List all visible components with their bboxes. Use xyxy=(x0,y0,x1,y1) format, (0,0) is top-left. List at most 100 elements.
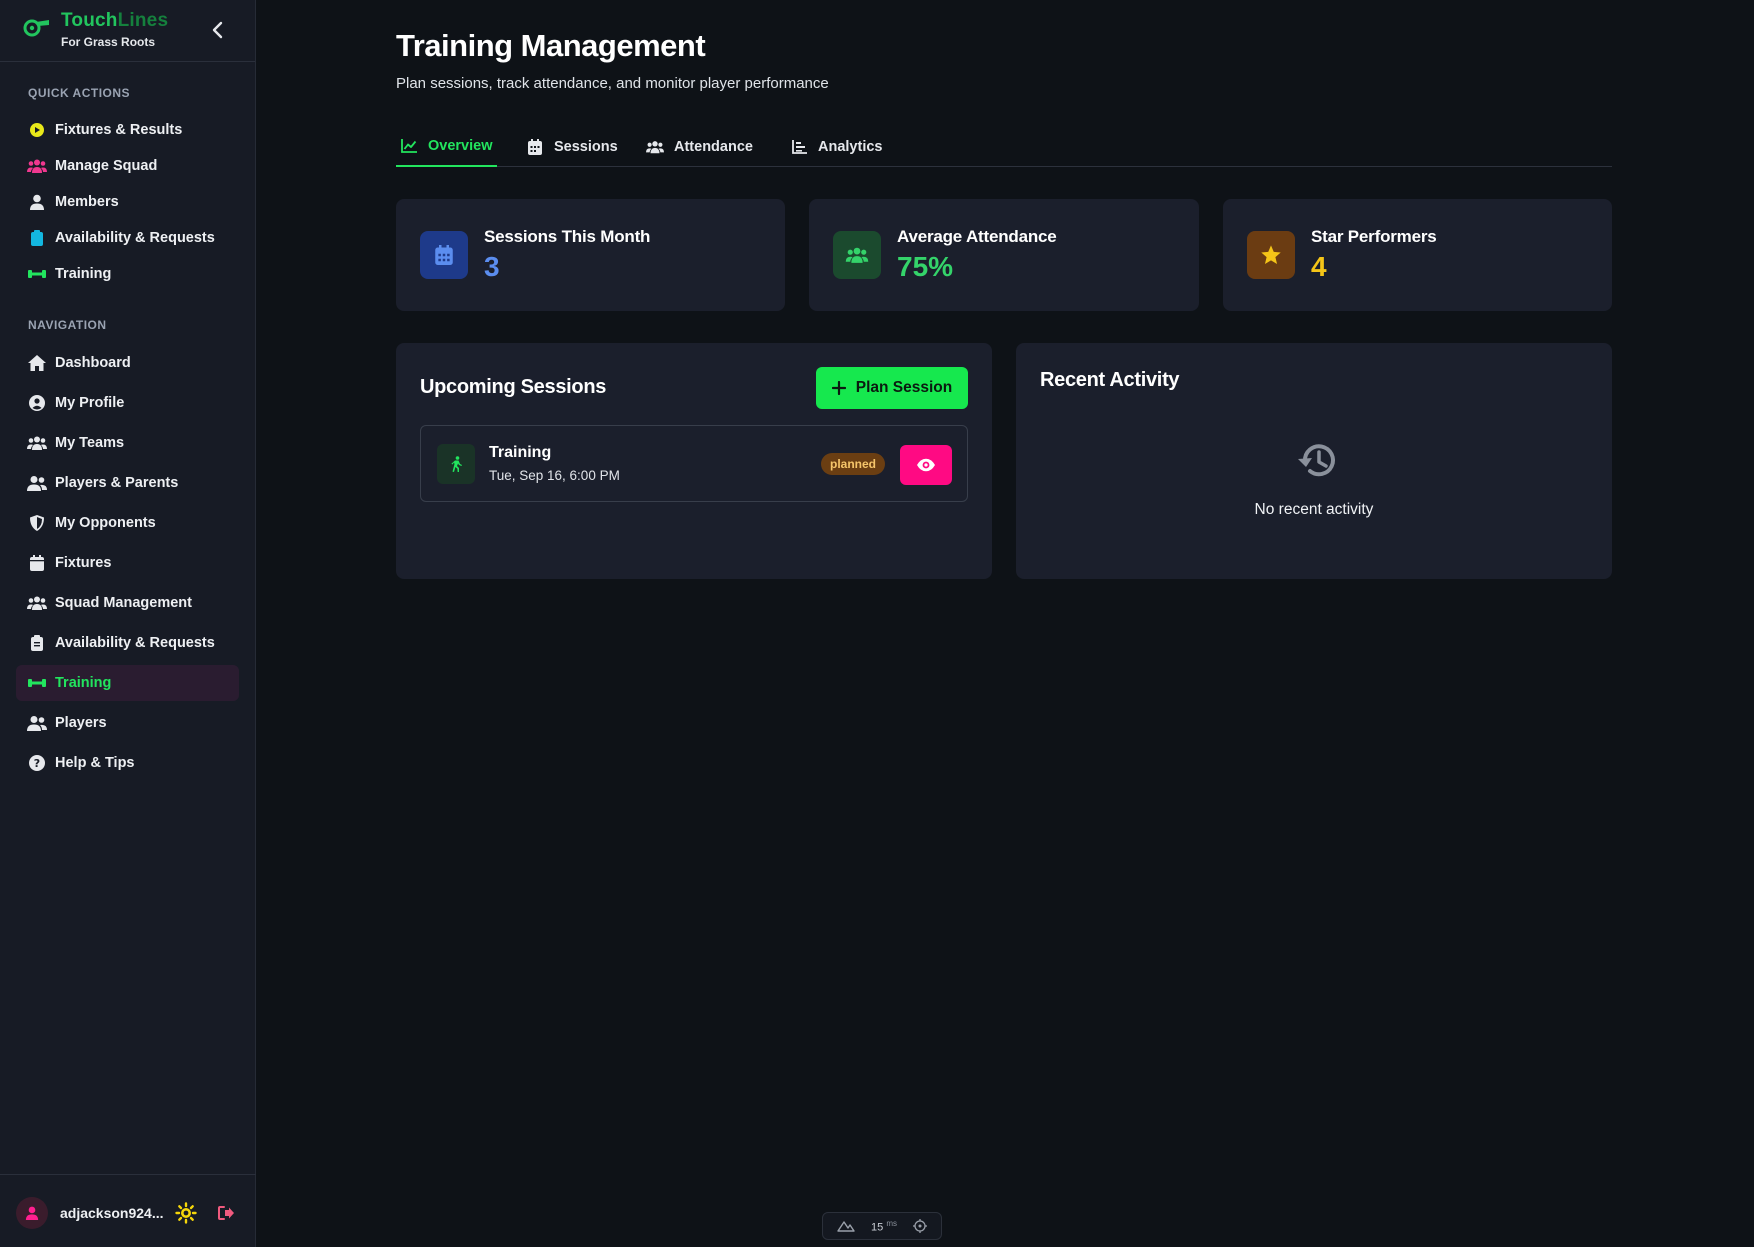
tab-attendance[interactable]: Attendance xyxy=(646,126,753,167)
sidebar-item-label: Players & Parents xyxy=(55,475,179,491)
users-icon xyxy=(845,247,869,263)
perf-indicator[interactable]: 15 ms xyxy=(822,1212,942,1240)
stat-card-sessions: Sessions This Month 3 xyxy=(396,199,785,311)
sidebar-item-my-profile[interactable]: My Profile xyxy=(16,385,239,421)
stat-label: Star Performers xyxy=(1311,227,1437,246)
brand-name-part1: Touch xyxy=(61,10,118,31)
chevron-left-icon[interactable] xyxy=(206,18,230,42)
clipboard-icon xyxy=(27,633,47,653)
calendar-icon xyxy=(526,138,544,156)
quick-action-manage-squad[interactable]: Manage Squad xyxy=(16,148,239,184)
stat-icon-bg xyxy=(420,231,468,279)
stat-card-attendance: Average Attendance 75% xyxy=(809,199,1199,311)
users-icon xyxy=(27,156,47,176)
plan-session-label: Plan Session xyxy=(855,379,953,396)
tab-label: Sessions xyxy=(554,138,618,155)
mountain-icon xyxy=(837,1221,855,1232)
tab-sessions[interactable]: Sessions xyxy=(526,126,618,167)
empty-state-text: No recent activity xyxy=(1254,501,1374,518)
chart-bar-icon xyxy=(790,138,808,156)
user-group-icon xyxy=(27,713,47,733)
sidebar-item-fixtures[interactable]: Fixtures xyxy=(16,545,239,581)
quick-action-label: Members xyxy=(55,194,119,210)
tab-bar: Overview Sessions Attendance Analytics xyxy=(396,126,1612,167)
star-icon xyxy=(1261,245,1281,264)
avatar[interactable] xyxy=(16,1197,48,1229)
running-icon xyxy=(437,444,475,484)
perf-value: 15 xyxy=(871,1221,884,1234)
session-date: Tue, Sep 16, 6:00 PM xyxy=(489,468,620,483)
navigation-title: NAVIGATION xyxy=(28,318,107,332)
stat-label: Average Attendance xyxy=(897,227,1057,246)
users-icon xyxy=(27,433,47,453)
stat-icon-bg xyxy=(1247,231,1295,279)
plus-icon xyxy=(831,381,846,395)
shield-icon xyxy=(27,513,47,533)
username[interactable]: adjackson924... xyxy=(60,1205,164,1221)
sidebar-item-label: My Profile xyxy=(55,395,125,411)
sidebar-item-my-teams[interactable]: My Teams xyxy=(16,425,239,461)
session-row[interactable]: Training Tue, Sep 16, 6:00 PM planned xyxy=(420,425,968,502)
sidebar-item-my-opponents[interactable]: My Opponents xyxy=(16,505,239,541)
brand-header: TouchLines For Grass Roots xyxy=(0,0,255,62)
sidebar-item-squad-management[interactable]: Squad Management xyxy=(16,585,239,621)
brand-subtitle: For Grass Roots xyxy=(61,35,156,49)
chart-line-icon xyxy=(400,137,418,155)
quick-action-label: Fixtures & Results xyxy=(55,122,183,138)
plan-session-button[interactable]: Plan Session xyxy=(816,367,968,409)
status-badge: planned xyxy=(821,453,886,475)
user-bar: adjackson924... xyxy=(0,1174,256,1247)
sidebar-item-label: Availability & Requests xyxy=(55,635,215,651)
quick-action-availability[interactable]: Availability & Requests xyxy=(16,220,239,256)
sidebar-item-players-parents[interactable]: Players & Parents xyxy=(16,465,239,501)
sidebar: TouchLines For Grass Roots QUICK ACTIONS… xyxy=(0,0,256,1247)
stat-value: 75% xyxy=(897,251,954,282)
sidebar-item-help-tips[interactable]: ? Help & Tips xyxy=(16,745,239,781)
page-subtitle: Plan sessions, track attendance, and mon… xyxy=(396,75,829,92)
sidebar-item-dashboard[interactable]: Dashboard xyxy=(16,345,239,381)
panel-title: Upcoming Sessions xyxy=(420,376,607,398)
sidebar-item-availability[interactable]: Availability & Requests xyxy=(16,625,239,661)
sun-icon[interactable] xyxy=(175,1202,197,1224)
users-icon xyxy=(27,593,47,613)
stat-icon-bg xyxy=(833,231,881,279)
brand-name-part2: Lines xyxy=(117,10,169,31)
sidebar-item-training[interactable]: Training xyxy=(16,665,239,701)
tab-label: Analytics xyxy=(818,138,883,155)
quick-action-training[interactable]: Training xyxy=(16,256,239,292)
home-icon xyxy=(27,353,47,373)
panel-title: Recent Activity xyxy=(1040,369,1180,391)
quick-action-label: Manage Squad xyxy=(55,158,158,174)
football-icon xyxy=(27,120,47,140)
user-group-icon xyxy=(27,473,47,493)
quick-action-fixtures-results[interactable]: Fixtures & Results xyxy=(16,112,239,148)
page-title: Training Management xyxy=(396,28,706,63)
tab-label: Overview xyxy=(428,137,493,154)
user-circle-icon xyxy=(27,393,47,413)
quick-actions-title: QUICK ACTIONS xyxy=(28,86,131,100)
eye-icon xyxy=(917,458,935,472)
sidebar-item-label: Fixtures xyxy=(55,555,112,571)
stat-label: Sessions This Month xyxy=(484,227,651,246)
dumbbell-icon xyxy=(27,264,47,284)
upcoming-sessions-panel: Upcoming Sessions Plan Session Training … xyxy=(396,343,992,579)
tab-overview[interactable]: Overview xyxy=(396,126,497,167)
tab-analytics[interactable]: Analytics xyxy=(790,126,882,167)
sidebar-item-label: Dashboard xyxy=(55,355,131,371)
perf-readout: 15 ms xyxy=(871,1219,897,1234)
view-session-button[interactable] xyxy=(900,445,952,485)
quick-action-members[interactable]: Members xyxy=(16,184,239,220)
target-icon xyxy=(912,1219,927,1233)
stat-value: 3 xyxy=(484,251,500,282)
user-icon xyxy=(25,1206,39,1220)
session-name: Training xyxy=(489,444,552,461)
dumbbell-icon xyxy=(27,673,47,693)
logout-icon[interactable] xyxy=(216,1203,236,1223)
tab-label: Attendance xyxy=(674,138,753,155)
sidebar-item-label: Help & Tips xyxy=(55,755,135,771)
calendar-icon xyxy=(27,553,47,573)
brand-name[interactable]: TouchLines xyxy=(61,10,168,32)
sidebar-item-label: My Opponents xyxy=(55,515,156,531)
sidebar-item-players[interactable]: Players xyxy=(16,705,239,741)
whistle-icon xyxy=(23,19,49,37)
